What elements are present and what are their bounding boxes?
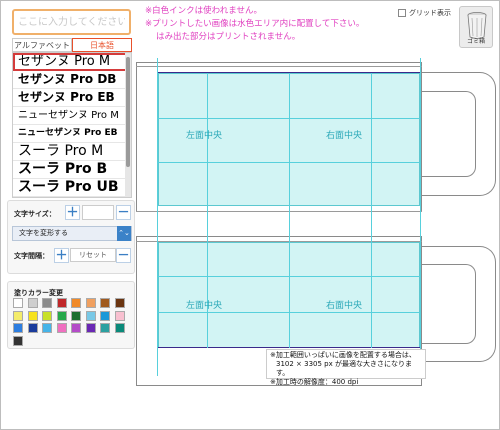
color-palette: 塗りカラー変更 <box>7 281 135 349</box>
font-tabs: アルファベット 日本語 <box>12 38 132 52</box>
color-swatch[interactable] <box>71 298 81 308</box>
font-item[interactable]: セザンヌ Pro EB <box>13 89 131 107</box>
spacing-reset-button[interactable]: リセット <box>70 248 116 262</box>
select-arrows-icon: ⌃⌄ <box>117 226 131 241</box>
color-swatch[interactable] <box>114 310 125 321</box>
color-swatch[interactable] <box>85 298 96 308</box>
font-size-field[interactable] <box>82 205 114 220</box>
font-item[interactable]: スーラ Pro B <box>13 161 131 179</box>
grid-line <box>289 73 290 348</box>
tab-alphabet[interactable]: アルファベット <box>12 38 72 52</box>
color-swatch[interactable] <box>42 310 52 321</box>
spacing-plus-button[interactable]: ＋ <box>54 248 69 263</box>
color-swatch[interactable] <box>13 298 23 308</box>
font-size-minus-button[interactable]: － <box>116 205 131 220</box>
guide-line <box>136 241 422 242</box>
color-swatch[interactable] <box>85 310 96 321</box>
notice-white-ink: ※白色インクは使われません。 <box>145 6 262 16</box>
color-swatch[interactable] <box>27 323 38 333</box>
color-swatch[interactable] <box>13 310 23 321</box>
color-swatch[interactable] <box>114 298 125 308</box>
font-item[interactable]: セザンヌ Pro M <box>13 53 131 71</box>
spec-line-3: ※加工時の解像度：400 dpi <box>270 378 359 386</box>
guide-line <box>157 58 158 376</box>
font-item[interactable]: スーラ Pro M <box>13 143 131 161</box>
right-face-label-bottom: 右面中央 <box>326 301 363 311</box>
color-swatch[interactable] <box>71 310 81 321</box>
color-swatch[interactable] <box>42 323 52 333</box>
font-list: セザンヌ Pro M セザンヌ Pro DB セザンヌ Pro EB ニューセザンヌ … <box>12 52 132 198</box>
color-swatch[interactable] <box>42 298 52 308</box>
spacing-minus-button[interactable]: － <box>116 248 131 263</box>
color-swatch[interactable] <box>71 323 81 333</box>
guide-line <box>136 211 422 212</box>
palette-title: 塗りカラー変更 <box>14 289 63 297</box>
color-swatch[interactable] <box>56 298 67 308</box>
color-swatch[interactable] <box>56 323 67 333</box>
trash-label: ゴミ箱 <box>466 38 485 45</box>
font-item[interactable]: スーラ Pro UB <box>13 179 131 197</box>
font-list-scrollbar[interactable] <box>125 53 131 197</box>
color-swatch[interactable] <box>13 323 23 333</box>
font-size-label: 文字サイズ： <box>14 210 56 218</box>
print-spec-note: ※加工範囲いっぱいに画像を配置する場合は、 3102 × 3305 px が最適… <box>266 349 426 386</box>
grid-line <box>371 73 372 348</box>
font-item[interactable]: ニューセザンヌ Pro EB <box>13 125 131 143</box>
spec-line-1: ※加工範囲いっぱいに画像を配置する場合は、 <box>270 351 416 359</box>
color-swatch[interactable] <box>114 323 125 333</box>
trash-button[interactable]: ゴミ箱 <box>459 6 493 48</box>
font-item[interactable]: セザンヌ Pro DB <box>13 71 131 89</box>
spec-line-2: 3102 × 3305 px が最適な大きさになります。 <box>276 360 412 377</box>
color-swatch[interactable] <box>100 298 110 308</box>
color-swatch[interactable] <box>27 310 38 321</box>
text-input[interactable] <box>12 9 131 35</box>
notice-print-area: ※プリントしたい画像は水色エリア内に配置して下さい。 <box>145 19 365 29</box>
notice-overflow: はみ出た部分はプリントされません。 <box>156 32 301 42</box>
mug-handle-inner-bottom <box>420 264 476 344</box>
right-face-label: 右面中央 <box>326 131 363 141</box>
grid-toggle[interactable]: グリッド表示 <box>398 8 451 18</box>
color-swatch[interactable] <box>56 310 67 321</box>
font-size-plus-button[interactable]: ＋ <box>65 205 80 220</box>
color-swatch[interactable] <box>85 323 96 333</box>
scrollbar-thumb[interactable] <box>126 57 130 167</box>
color-swatch[interactable] <box>100 310 110 321</box>
tab-japanese[interactable]: 日本語 <box>72 38 132 52</box>
transform-select-label: 文字を変形する <box>19 229 68 237</box>
grid-toggle-label: グリッド表示 <box>409 9 451 17</box>
mug-handle-inner-top <box>420 91 476 177</box>
transform-select[interactable]: 文字を変形する ⌃⌄ <box>12 226 132 241</box>
grid-checkbox[interactable] <box>398 9 406 17</box>
color-swatch[interactable] <box>13 335 23 346</box>
guide-line <box>420 58 421 376</box>
left-face-label-bottom: 左面中央 <box>186 301 223 311</box>
color-swatch[interactable] <box>27 298 38 308</box>
font-item[interactable]: ニューセザンヌ Pro M <box>13 107 131 125</box>
guide-line <box>136 66 422 67</box>
left-face-label: 左面中央 <box>186 131 223 141</box>
spacing-label: 文字間隔： <box>14 252 49 260</box>
color-swatch[interactable] <box>100 323 110 333</box>
